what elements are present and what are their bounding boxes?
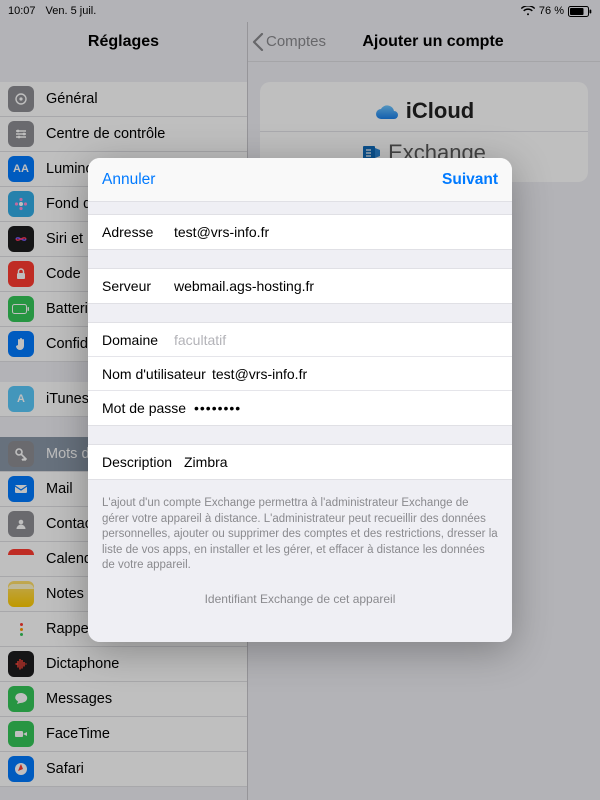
description-label: Description <box>102 454 184 470</box>
password-label: Mot de passe <box>102 400 194 416</box>
username-label: Nom d'utilisateur <box>102 366 212 382</box>
cancel-button[interactable]: Annuler <box>102 171 155 189</box>
server-label: Serveur <box>102 278 174 294</box>
server-row[interactable]: Serveur webmail.ags-hosting.fr <box>88 269 512 303</box>
modal-header: Annuler Suivant <box>88 158 512 202</box>
modal-overlay: Annuler Suivant Adresse test@vrs-info.fr… <box>0 0 600 800</box>
description-value: Zimbra <box>184 454 228 470</box>
exchange-footer-note: L'ajout d'un compte Exchange permettra à… <box>88 480 512 574</box>
domain-placeholder: facultatif <box>174 332 226 348</box>
address-row[interactable]: Adresse test@vrs-info.fr <box>88 215 512 249</box>
address-value: test@vrs-info.fr <box>174 224 269 240</box>
domain-label: Domaine <box>102 332 174 348</box>
address-label: Adresse <box>102 224 174 240</box>
next-button[interactable]: Suivant <box>442 171 498 189</box>
domain-row[interactable]: Domaine facultatif <box>88 323 512 357</box>
exchange-config-modal: Annuler Suivant Adresse test@vrs-info.fr… <box>88 158 512 642</box>
description-row[interactable]: Description Zimbra <box>88 445 512 479</box>
password-row[interactable]: Mot de passe •••••••• <box>88 391 512 425</box>
username-row[interactable]: Nom d'utilisateur test@vrs-info.fr <box>88 357 512 391</box>
password-value: •••••••• <box>194 400 241 416</box>
server-value: webmail.ags-hosting.fr <box>174 278 314 294</box>
username-value: test@vrs-info.fr <box>212 366 307 382</box>
device-id-button[interactable]: Identifiant Exchange de cet appareil <box>88 574 512 618</box>
